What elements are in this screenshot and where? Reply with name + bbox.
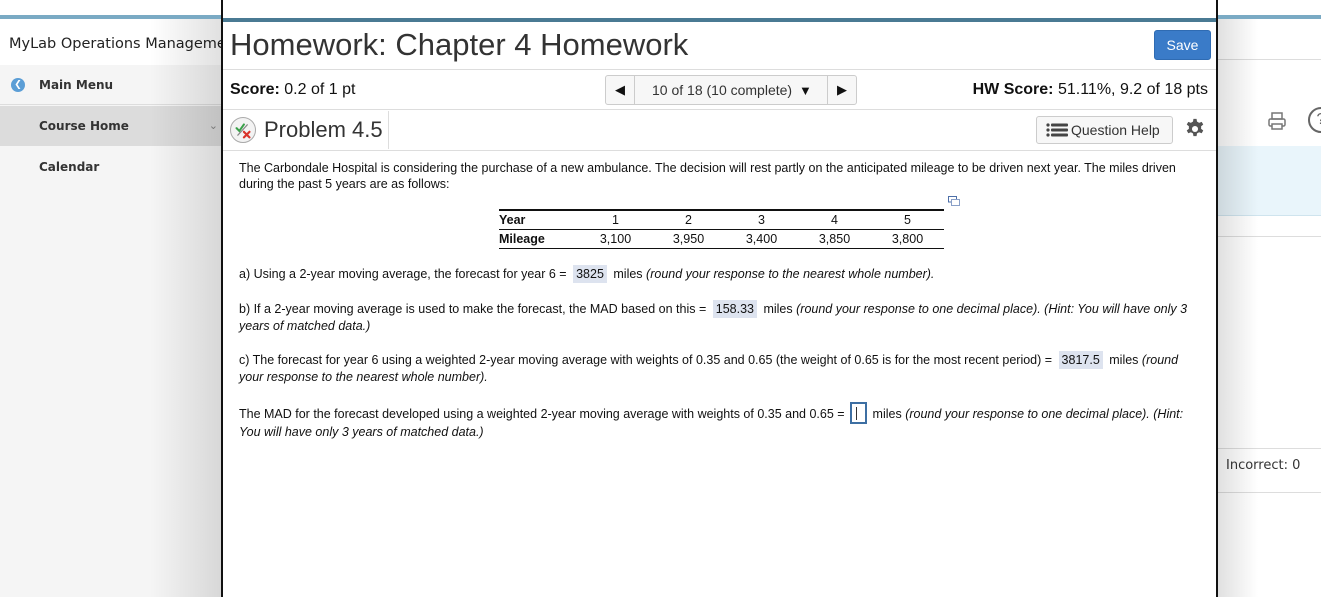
table-row-year: Year 1 2 3 4 5	[499, 209, 944, 230]
part-b-text: b) If a 2-year moving average is used to…	[239, 302, 707, 316]
question-position: 10 of 18 (10 complete)	[652, 82, 793, 98]
part-b-answer-field[interactable]: 158.33	[712, 300, 757, 318]
row-header: Year	[499, 209, 579, 230]
divider	[388, 111, 389, 149]
year-cell: 1	[579, 209, 652, 230]
modal-accent-bar	[223, 18, 1216, 22]
divider	[1217, 492, 1321, 493]
page-title: Homework: Chapter 4 Homework	[230, 27, 689, 62]
mileage-cell: 3,950	[652, 229, 725, 249]
divider	[223, 109, 1216, 110]
row-header: Mileage	[499, 229, 579, 249]
question-help-button[interactable]: Question Help	[1036, 116, 1173, 144]
popout-window-icon[interactable]	[948, 196, 960, 206]
question-navigator: ◀ 10 of 18 (10 complete) ▼ ▶	[605, 75, 857, 105]
divider	[223, 69, 1216, 70]
print-icon[interactable]	[1267, 111, 1287, 131]
brand-title: MyLab Operations Management	[0, 19, 222, 65]
mileage-table: Year 1 2 3 4 5 Mileage 3,100 3,950 3,400…	[499, 209, 944, 249]
mileage-cell: 3,850	[798, 229, 871, 249]
part-d-text: The MAD for the forecast developed using…	[239, 407, 845, 421]
mileage-cell: 3,100	[579, 229, 652, 249]
part-c-text: c) The forecast for year 6 using a weigh…	[239, 353, 1053, 367]
part-c-unit: miles	[1109, 353, 1139, 367]
part-a-unit: miles	[613, 267, 643, 281]
question-part-c: c) The forecast for year 6 using a weigh…	[239, 351, 1199, 385]
triangle-left-icon: ◀	[615, 82, 625, 97]
score-label: Score:	[230, 81, 280, 98]
gear-icon[interactable]	[1184, 118, 1206, 140]
divider	[1217, 448, 1321, 449]
year-cell: 4	[798, 209, 871, 230]
part-b-unit: miles	[763, 302, 793, 316]
back-circle-icon: ❮	[11, 78, 25, 92]
sidebar-item-label: Calendar	[39, 160, 100, 174]
part-a-text: a) Using a 2-year moving average, the fo…	[239, 267, 567, 281]
sidebar-item-main-menu[interactable]: ❮ Main Menu	[0, 65, 222, 105]
hw-score-value: 51.11%, 9.2 of 18 pts	[1057, 81, 1208, 98]
year-cell: 3	[725, 209, 798, 230]
next-question-button[interactable]: ▶	[827, 76, 856, 104]
triangle-right-icon: ▶	[837, 82, 847, 97]
sidebar-item-label: Main Menu	[39, 78, 114, 92]
save-button[interactable]: Save	[1154, 30, 1211, 60]
part-a-answer-field[interactable]: 3825	[573, 265, 607, 283]
highlight-band	[1217, 146, 1321, 216]
divider	[223, 150, 1216, 151]
sidebar-item-calendar[interactable]: Calendar	[0, 147, 222, 187]
problem-title: Problem 4.5	[264, 117, 383, 142]
partial-credit-icon	[230, 117, 256, 143]
question-part-b: b) If a 2-year moving average is used to…	[239, 300, 1199, 334]
sidebar-item-course-home[interactable]: Course Home ⌄	[0, 106, 222, 146]
part-d-unit: miles	[872, 407, 902, 421]
mileage-cell: 3,800	[871, 229, 944, 249]
question-score: Score: 0.2 of 1 pt	[230, 81, 355, 99]
part-a-hint: (round your response to the nearest whol…	[646, 267, 935, 281]
list-icon	[1046, 123, 1068, 137]
year-cell: 5	[871, 209, 944, 230]
background-right-panel	[1217, 19, 1321, 597]
part-d-answer-input[interactable]	[850, 402, 868, 424]
homework-modal: Homework: Chapter 4 Homework Save Score:…	[221, 0, 1218, 597]
previous-question-button[interactable]: ◀	[606, 76, 635, 104]
question-part-a: a) Using a 2-year moving average, the fo…	[239, 265, 1199, 283]
table-row-mileage: Mileage 3,100 3,950 3,400 3,850 3,800	[499, 229, 944, 249]
hw-score-label: HW Score:	[972, 81, 1054, 98]
question-select-dropdown[interactable]: 10 of 18 (10 complete) ▼	[635, 76, 827, 104]
question-intro: The Carbondale Hospital is considering t…	[239, 161, 1176, 191]
mileage-cell: 3,400	[725, 229, 798, 249]
score-value: 0.2 of 1 pt	[284, 81, 356, 98]
divider	[1217, 236, 1321, 237]
chevron-down-icon: ⌄	[208, 119, 218, 132]
year-cell: 2	[652, 209, 725, 230]
sidebar-item-label: Course Home	[39, 119, 129, 133]
caret-down-icon: ▼	[798, 83, 812, 98]
homework-score: HW Score: 51.11%, 9.2 of 18 pts	[973, 81, 1208, 99]
part-c-answer-field[interactable]: 3817.5	[1058, 351, 1103, 369]
incorrect-count: Incorrect: 0	[1226, 458, 1301, 473]
divider	[1217, 59, 1321, 60]
question-part-d: The MAD for the forecast developed using…	[239, 402, 1199, 440]
question-help-label: Question Help	[1071, 122, 1160, 138]
